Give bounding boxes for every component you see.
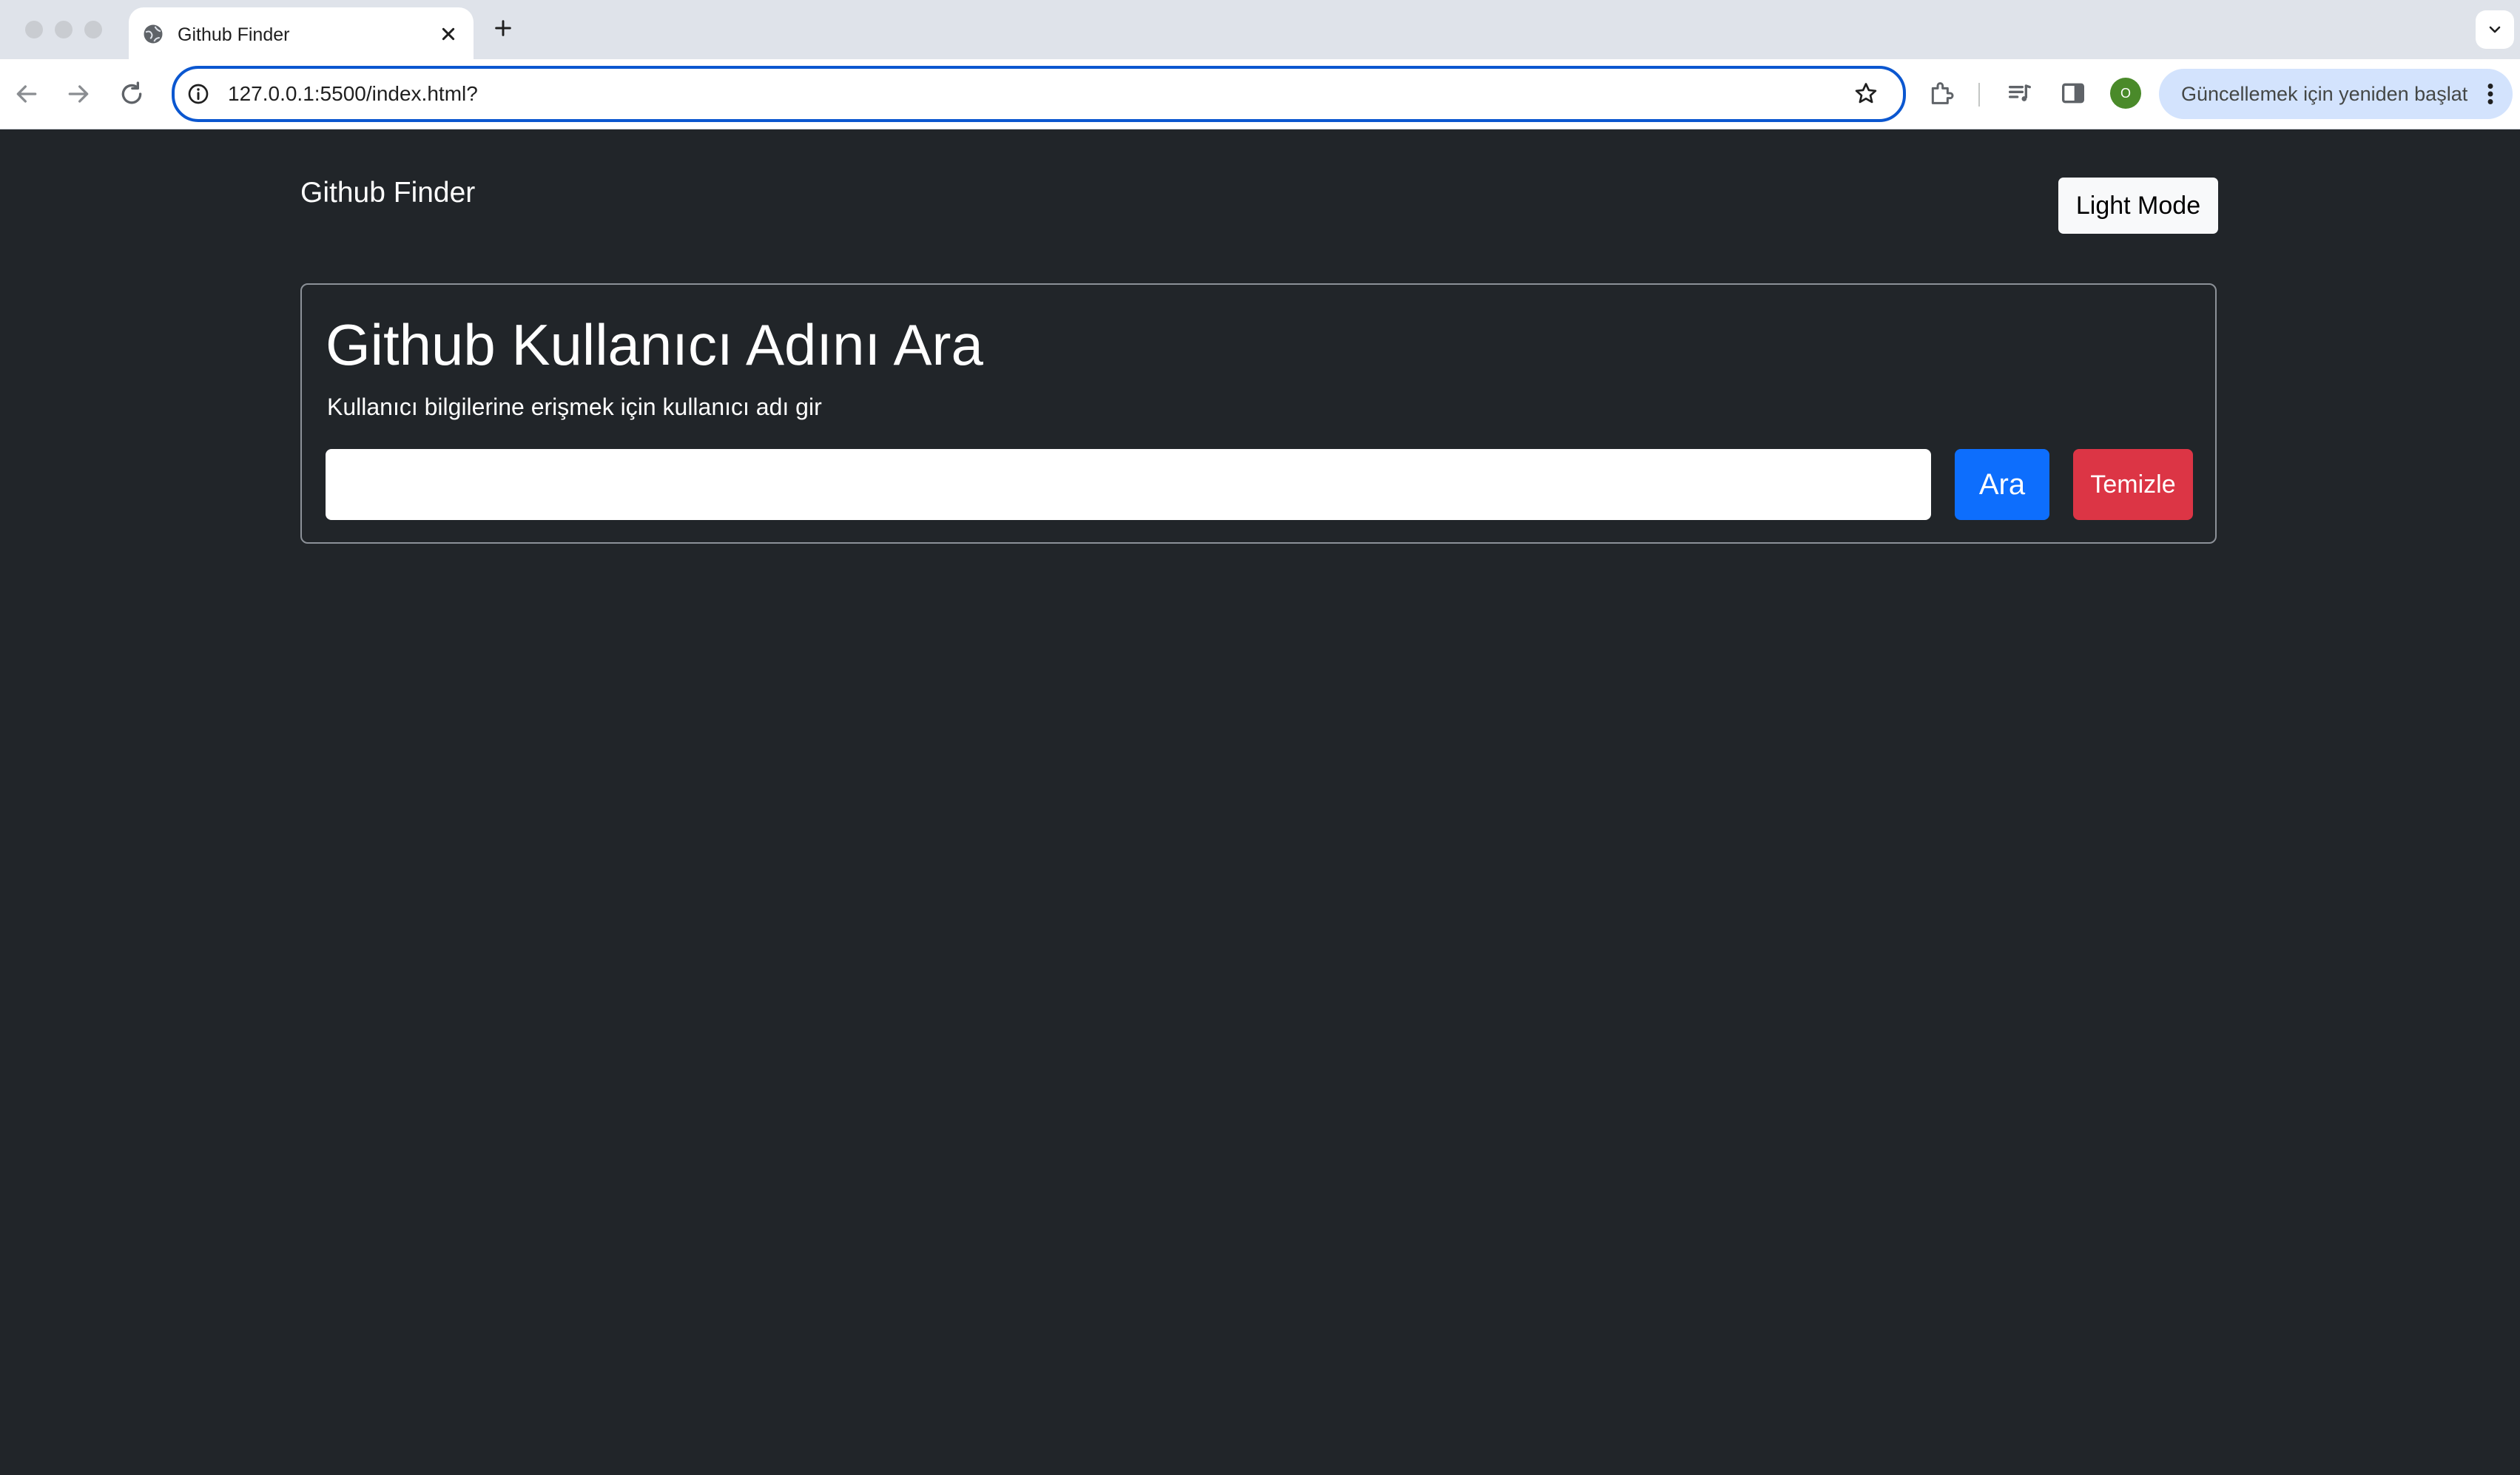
globe-icon (144, 24, 163, 44)
username-search-input[interactable] (326, 449, 1931, 520)
media-control-icon[interactable] (2005, 78, 2035, 108)
address-bar[interactable]: 127.0.0.1:5500/index.html? (172, 66, 1906, 122)
close-icon[interactable] (437, 22, 460, 46)
search-card: Github Kullanıcı Adını Ara Kullanıcı bil… (300, 283, 2217, 544)
browser-tab-strip: Github Finder (0, 0, 2520, 59)
browser-tab[interactable]: Github Finder (129, 7, 474, 59)
tab-title: Github Finder (178, 24, 290, 45)
search-card-subtitle: Kullanıcı bilgilerine erişmek için kulla… (327, 394, 822, 420)
navbar-brand[interactable]: Github Finder (300, 177, 475, 209)
reload-icon[interactable] (117, 79, 146, 109)
light-mode-toggle-button[interactable]: Light Mode (2058, 178, 2218, 234)
page-viewport: Github Finder Light Mode Github Kullanıc… (0, 129, 2520, 1475)
kebab-menu-icon[interactable] (2483, 81, 2498, 107)
chevron-down-icon (2489, 26, 2501, 33)
plus-icon[interactable] (491, 16, 515, 40)
tab-search-button[interactable] (2476, 10, 2514, 49)
puzzle-icon[interactable] (1927, 78, 1956, 108)
window-minimize-control[interactable] (55, 21, 73, 38)
arrow-right-icon[interactable] (64, 79, 93, 109)
update-restart-button[interactable]: Güncellemek için yeniden başlat (2159, 69, 2513, 119)
toolbar-divider (1978, 83, 1980, 107)
browser-toolbar: 127.0.0.1:5500/index.html? O Güncellemek… (0, 59, 2520, 129)
arrow-left-icon[interactable] (12, 79, 41, 109)
window-zoom-control[interactable] (84, 21, 102, 38)
address-bar-url[interactable]: 127.0.0.1:5500/index.html? (228, 82, 478, 106)
info-icon[interactable] (186, 82, 210, 106)
star-icon[interactable] (1853, 81, 1879, 107)
profile-avatar[interactable]: O (2110, 78, 2141, 109)
window-close-control[interactable] (25, 21, 43, 38)
clear-button[interactable]: Temizle (2073, 449, 2193, 520)
search-card-title: Github Kullanıcı Adını Ara (326, 312, 983, 377)
update-restart-label: Güncellemek için yeniden başlat (2181, 83, 2468, 105)
side-panel-icon[interactable] (2058, 78, 2088, 108)
search-button[interactable]: Ara (1955, 449, 2049, 520)
